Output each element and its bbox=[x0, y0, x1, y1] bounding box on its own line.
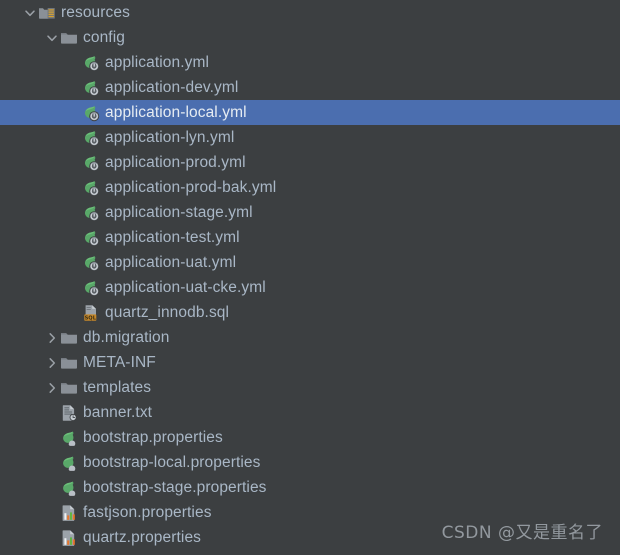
tree-row-label: application-prod.yml bbox=[105, 153, 246, 171]
tree-row-label: bootstrap-local.properties bbox=[83, 453, 261, 471]
folder-icon bbox=[60, 354, 79, 372]
tree-row[interactable]: application-dev.yml bbox=[0, 75, 620, 100]
folder-icon bbox=[60, 329, 79, 347]
tree-twisty-spacer bbox=[44, 505, 60, 521]
tree-row[interactable]: application-uat-cke.yml bbox=[0, 275, 620, 300]
tree-row-label: application-test.yml bbox=[105, 228, 240, 246]
spring-yaml-icon bbox=[82, 54, 101, 72]
spring-yaml-icon bbox=[82, 79, 101, 97]
tree-row[interactable]: fastjson.properties bbox=[0, 500, 620, 525]
tree-row-label: quartz_innodb.sql bbox=[105, 303, 230, 321]
tree-row[interactable]: application-lyn.yml bbox=[0, 125, 620, 150]
tree-row[interactable]: application-uat.yml bbox=[0, 250, 620, 275]
tree-row[interactable]: application-stage.yml bbox=[0, 200, 620, 225]
tree-row-label: application-uat-cke.yml bbox=[105, 278, 266, 296]
tree-twisty-spacer bbox=[66, 280, 82, 296]
tree-row-label: resources bbox=[61, 3, 130, 21]
text-file-icon bbox=[60, 404, 79, 422]
tree-row[interactable]: templates bbox=[0, 375, 620, 400]
folder-icon bbox=[60, 29, 79, 47]
tree-row-label: quartz.properties bbox=[83, 528, 202, 546]
tree-twisty-spacer bbox=[44, 480, 60, 496]
properties-file-icon bbox=[60, 529, 79, 547]
spring-yaml-icon bbox=[82, 104, 101, 122]
resources-folder-icon bbox=[38, 4, 57, 22]
tree-row-label: fastjson.properties bbox=[83, 503, 212, 521]
tree-row[interactable]: db.migration bbox=[0, 325, 620, 350]
project-tree-panel: resources config application.yml applicatio… bbox=[0, 0, 620, 555]
spring-yaml-icon bbox=[82, 129, 101, 147]
tree-twisty-spacer bbox=[66, 180, 82, 196]
spring-yaml-icon bbox=[82, 279, 101, 297]
tree-twisty-spacer bbox=[44, 455, 60, 471]
tree-row[interactable]: bootstrap.properties bbox=[0, 425, 620, 450]
tree-row[interactable]: config bbox=[0, 25, 620, 50]
spring-yaml-icon bbox=[82, 204, 101, 222]
tree-row-label: application-prod-bak.yml bbox=[105, 178, 277, 196]
tree-row[interactable]: banner.txt bbox=[0, 400, 620, 425]
spring-yaml-icon bbox=[82, 154, 101, 172]
tree-row[interactable]: quartz.properties bbox=[0, 525, 620, 550]
tree-row-label: bootstrap-stage.properties bbox=[83, 478, 267, 496]
tree-row[interactable]: bootstrap-local.properties bbox=[0, 450, 620, 475]
tree-row-label: bootstrap.properties bbox=[83, 428, 223, 446]
tree-row-label: application.yml bbox=[105, 53, 210, 71]
chevron-right-icon[interactable] bbox=[44, 380, 60, 396]
tree-row[interactable]: application.yml bbox=[0, 50, 620, 75]
tree-row-label: application-local.yml bbox=[105, 103, 247, 121]
tree-row[interactable]: bootstrap-stage.properties bbox=[0, 475, 620, 500]
tree-row-label: application-lyn.yml bbox=[105, 128, 235, 146]
chevron-down-icon[interactable] bbox=[22, 5, 38, 21]
tree-row[interactable]: application-prod-bak.yml bbox=[0, 175, 620, 200]
tree-twisty-spacer bbox=[44, 405, 60, 421]
chevron-right-icon[interactable] bbox=[44, 330, 60, 346]
tree-twisty-spacer bbox=[66, 230, 82, 246]
svg-text:SQL: SQL bbox=[85, 315, 97, 321]
tree-row[interactable]: resources bbox=[0, 0, 620, 25]
tree-row[interactable]: application-test.yml bbox=[0, 225, 620, 250]
tree-twisty-spacer bbox=[66, 80, 82, 96]
tree-twisty-spacer bbox=[66, 155, 82, 171]
spring-yaml-icon bbox=[82, 179, 101, 197]
tree-row-label: META-INF bbox=[83, 353, 156, 371]
spring-yaml-icon bbox=[82, 254, 101, 272]
tree-twisty-spacer bbox=[44, 530, 60, 546]
tree-twisty-spacer bbox=[66, 205, 82, 221]
tree-row[interactable]: META-INF bbox=[0, 350, 620, 375]
tree-twisty-spacer bbox=[66, 255, 82, 271]
tree-twisty-spacer bbox=[66, 130, 82, 146]
chevron-right-icon[interactable] bbox=[44, 355, 60, 371]
tree-twisty-spacer bbox=[66, 55, 82, 71]
chevron-down-icon[interactable] bbox=[44, 30, 60, 46]
tree-row[interactable]: style bbox=[0, 550, 620, 555]
spring-yaml-icon bbox=[82, 229, 101, 247]
spring-properties-icon bbox=[60, 429, 79, 447]
sql-file-icon: SQL bbox=[82, 304, 101, 322]
tree-row-label: application-stage.yml bbox=[105, 203, 253, 221]
spring-properties-icon bbox=[60, 454, 79, 472]
tree-row[interactable]: application-local.yml bbox=[0, 100, 620, 125]
tree-row-label: application-uat.yml bbox=[105, 253, 237, 271]
folder-icon bbox=[60, 379, 79, 397]
tree-twisty-spacer bbox=[66, 305, 82, 321]
tree-twisty-spacer bbox=[66, 105, 82, 121]
properties-file-icon bbox=[60, 504, 79, 522]
tree-twisty-spacer bbox=[44, 430, 60, 446]
tree-row-label: banner.txt bbox=[83, 403, 153, 421]
tree-row-label: config bbox=[83, 28, 125, 46]
tree-row-label: db.migration bbox=[83, 328, 170, 346]
tree-row[interactable]: application-prod.yml bbox=[0, 150, 620, 175]
spring-properties-icon bbox=[60, 479, 79, 497]
tree-row[interactable]: SQL quartz_innodb.sql bbox=[0, 300, 620, 325]
file-tree[interactable]: resources config application.yml applicatio… bbox=[0, 0, 620, 555]
tree-row-label: templates bbox=[83, 378, 152, 396]
tree-row-label: application-dev.yml bbox=[105, 78, 239, 96]
